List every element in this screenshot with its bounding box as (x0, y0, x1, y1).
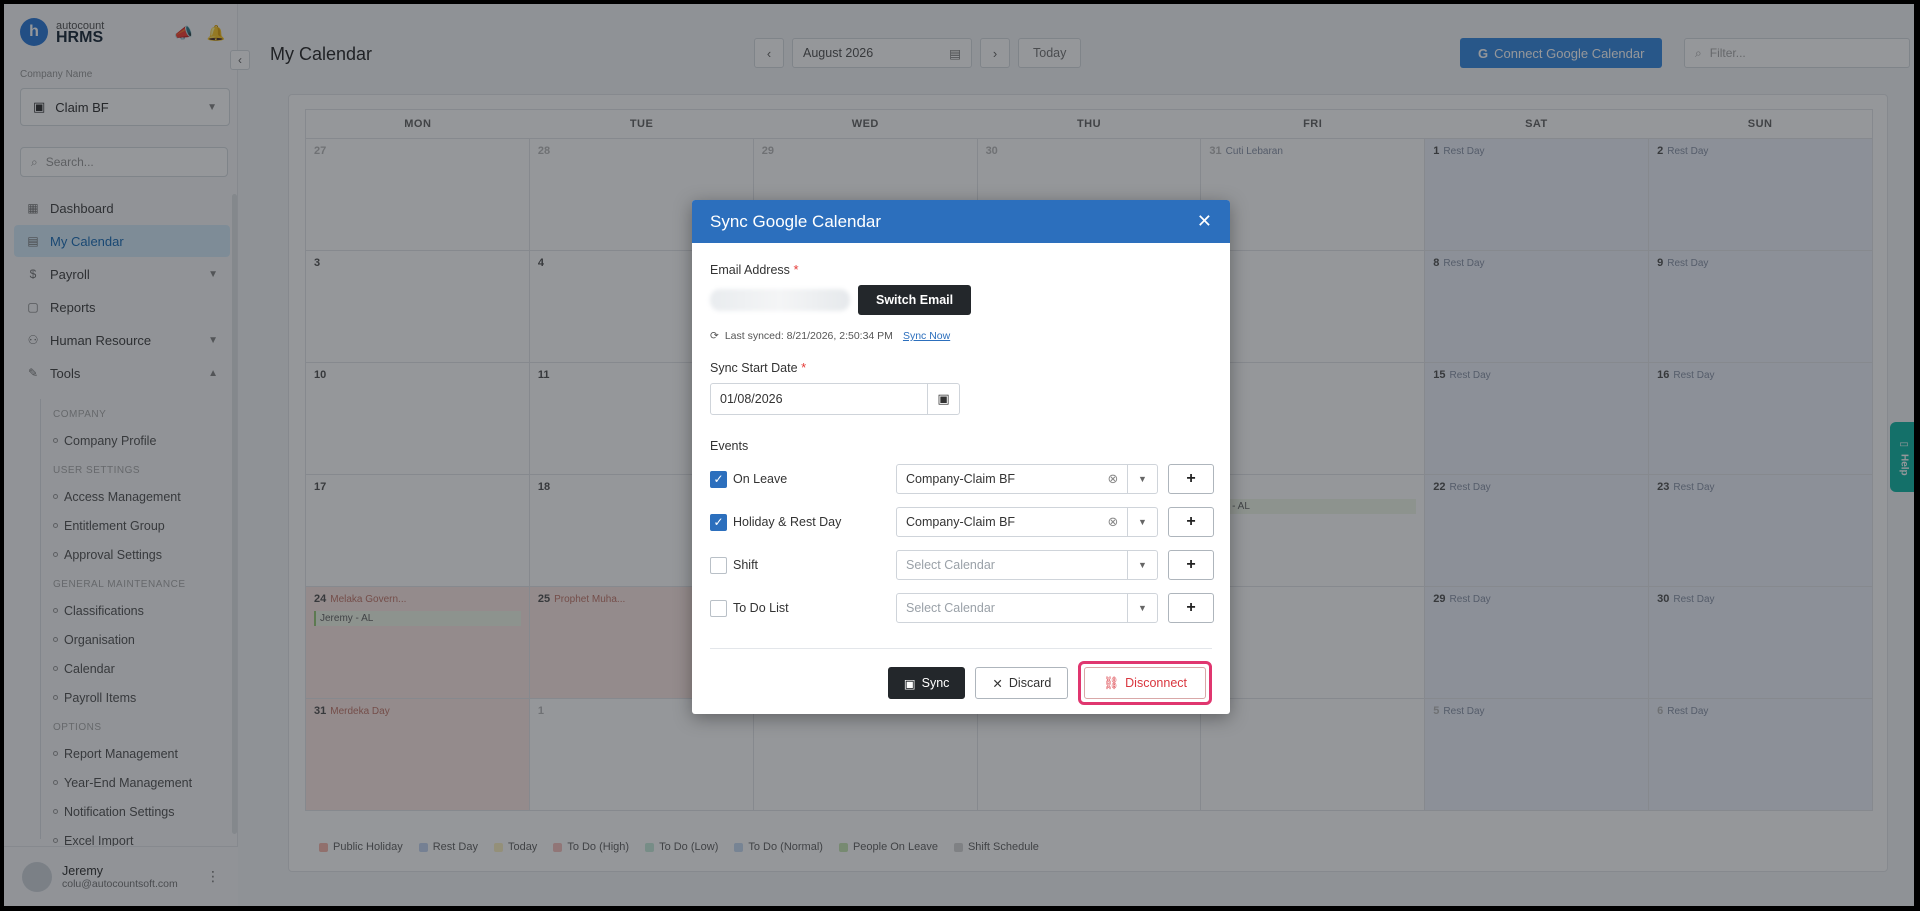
on-leave-checkbox[interactable]: ✓ (710, 470, 727, 488)
event-label: To Do List (733, 601, 789, 615)
holiday-checkbox[interactable]: ✓ (710, 513, 727, 531)
dialog-title: Sync Google Calendar (710, 211, 882, 231)
app-frame: h autocount HRMS 📣 🔔 Company Name ▣ Clai… (4, 4, 1914, 906)
on-leave-calendar-select[interactable]: Company-Claim BF ⊗ ▼ (896, 464, 1158, 494)
close-icon[interactable]: ✕ (1197, 211, 1212, 232)
start-date-value: 01/08/2026 (720, 392, 783, 406)
sync-google-calendar-dialog: Sync Google Calendar ✕ Email Address * S… (692, 200, 1230, 714)
chevron-down-icon[interactable]: ▼ (1127, 551, 1157, 579)
add-calendar-button[interactable]: + (1168, 550, 1214, 580)
dialog-header: Sync Google Calendar ✕ (692, 200, 1230, 243)
email-label: Email Address (710, 263, 790, 277)
discard-label: Discard (1008, 676, 1052, 690)
discard-button[interactable]: ✕ Discard (975, 667, 1069, 699)
chevron-down-icon[interactable]: ▼ (1127, 465, 1157, 493)
event-row-shift: Shift Select Calendar ▼ + (710, 550, 1214, 580)
disconnect-label: Disconnect (1125, 676, 1187, 690)
close-icon: ✕ (992, 676, 1003, 691)
event-row-on-leave: ✓ On Leave Company-Claim BF ⊗ ▼ + (710, 464, 1214, 494)
event-label: Holiday & Rest Day (733, 515, 842, 529)
select-value: Company-Claim BF (906, 515, 1016, 529)
select-placeholder: Select Calendar (906, 558, 995, 572)
event-label: On Leave (733, 472, 788, 486)
chevron-down-icon[interactable]: ▼ (1127, 508, 1157, 536)
shift-checkbox[interactable] (710, 556, 727, 574)
sync-label: Sync (921, 676, 950, 690)
event-row-holiday: ✓ Holiday & Rest Day Company-Claim BF ⊗ … (710, 507, 1214, 537)
last-synced-text: Last synced: 8/21/2026, 2:50:34 PM (724, 330, 893, 342)
event-row-todo: To Do List Select Calendar ▼ + (710, 593, 1214, 623)
select-value: Company-Claim BF (906, 472, 1016, 486)
calendar-icon[interactable]: ▣ (927, 384, 959, 414)
todo-calendar-select[interactable]: Select Calendar ▼ (896, 593, 1158, 623)
sync-button[interactable]: ▣ Sync (887, 667, 966, 699)
clear-icon[interactable]: ⊗ (1099, 514, 1127, 530)
disconnect-highlight: ⛓ Disconnect (1078, 661, 1212, 705)
switch-email-button[interactable]: Switch Email (858, 285, 972, 315)
sync-now-link[interactable]: Sync Now (903, 330, 950, 342)
last-synced-info: ⟳ Last synced: 8/21/2026, 2:50:34 PM Syn… (710, 330, 950, 342)
save-icon: ▣ (903, 676, 916, 691)
sync-start-date-input[interactable]: 01/08/2026 ▣ (710, 383, 960, 415)
holiday-calendar-select[interactable]: Company-Claim BF ⊗ ▼ (896, 507, 1158, 537)
disconnect-button[interactable]: ⛓ Disconnect (1084, 667, 1206, 699)
unlink-icon: ⛓ (1103, 675, 1120, 690)
shift-calendar-select[interactable]: Select Calendar ▼ (896, 550, 1158, 580)
select-placeholder: Select Calendar (906, 601, 995, 615)
add-calendar-button[interactable]: + (1168, 507, 1214, 537)
chevron-down-icon[interactable]: ▼ (1127, 594, 1157, 622)
add-calendar-button[interactable]: + (1168, 464, 1214, 494)
add-calendar-button[interactable]: + (1168, 593, 1214, 623)
event-label: Shift (733, 558, 759, 572)
todo-checkbox[interactable] (710, 599, 727, 617)
required-marker: * (793, 262, 799, 277)
required-marker: * (801, 360, 807, 375)
dialog-footer: ▣ Sync ✕ Discard ⛓ Disconnect (710, 648, 1212, 705)
clear-icon[interactable]: ⊗ (1099, 471, 1127, 487)
email-value-redacted (710, 289, 850, 311)
events-label: Events (710, 439, 749, 453)
start-date-label: Sync Start Date (710, 361, 798, 375)
refresh-icon: ⟳ (710, 330, 719, 342)
